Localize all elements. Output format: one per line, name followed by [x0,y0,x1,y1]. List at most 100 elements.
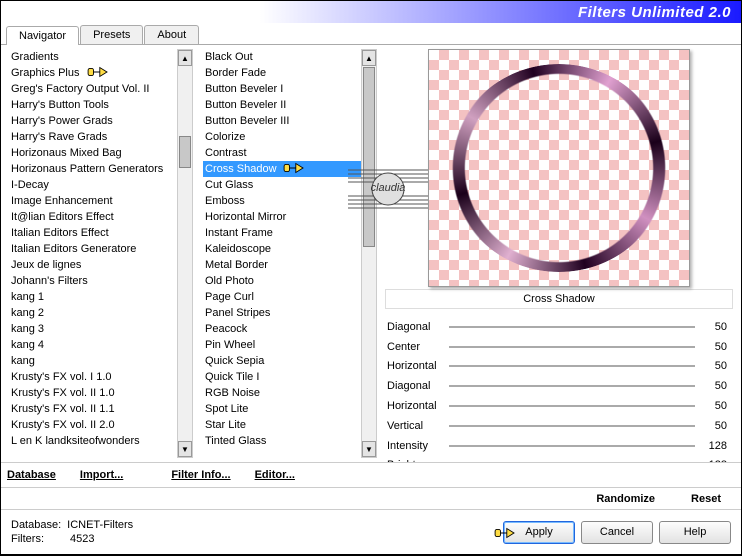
list-item[interactable]: Quick Sepia [203,353,361,369]
filter-info-button[interactable]: Filter Info... [167,467,234,483]
list-item[interactable]: I-Decay [9,177,177,193]
param-slider[interactable] [449,445,695,447]
list-item[interactable]: Button Beveler I [203,81,361,97]
list-item[interactable]: Horizonaus Mixed Bag [9,145,177,161]
list-item[interactable]: Krusty's FX vol. I 1.0 [9,369,177,385]
selected-filter-name: Cross Shadow [385,289,733,309]
list-item[interactable]: Metal Border [203,257,361,273]
list-item[interactable]: Instant Frame [203,225,361,241]
preview-area: claudia [383,49,735,287]
pointer-icon [283,161,305,177]
list-item[interactable]: Graphics Plus [9,65,177,81]
param-slider[interactable] [449,346,695,348]
param-label: Horizontal [383,400,443,412]
scroll-thumb[interactable] [363,67,375,247]
database-info: Database:ICNET-Filters Filters:4523 [11,518,497,546]
list-item[interactable]: kang 1 [9,289,177,305]
list-item[interactable]: Krusty's FX vol. II 1.1 [9,401,177,417]
list-item[interactable]: Kaleidoscope [203,241,361,257]
scrollbar[interactable]: ▲ ▼ [361,49,377,458]
cancel-button[interactable]: Cancel [581,521,653,544]
list-item[interactable]: Black Out [203,49,361,65]
list-item[interactable]: Spot Lite [203,401,361,417]
param-label: Horizontal [383,360,443,372]
list-item[interactable]: L en K landksiteofwonders [9,433,177,449]
list-item[interactable]: Gradients [9,49,177,65]
list-item[interactable]: Page Curl [203,289,361,305]
list-item[interactable]: It@lian Editors Effect [9,209,177,225]
list-item[interactable]: Krusty's FX vol. II 2.0 [9,417,177,433]
tab-navigator[interactable]: Navigator [6,26,79,45]
list-item[interactable]: Button Beveler II [203,97,361,113]
list-item[interactable]: Cut Glass [203,177,361,193]
param-slider[interactable] [449,326,695,328]
list-item[interactable]: Emboss [203,193,361,209]
param-label: Center [383,341,443,353]
list-item[interactable]: Greg's Factory Output Vol. II [9,81,177,97]
scroll-down-icon[interactable]: ▼ [362,441,376,457]
param-slider[interactable] [449,425,695,427]
tab-about[interactable]: About [144,25,199,44]
list-item[interactable]: Italian Editors Generatore [9,241,177,257]
list-item[interactable]: Horizonaus Pattern Generators [9,161,177,177]
list-item[interactable]: Horizontal Mirror [203,209,361,225]
list-item[interactable]: Colorize [203,129,361,145]
param-value: 50 [701,360,727,372]
help-button[interactable]: Help [659,521,731,544]
list-item[interactable]: Border Fade [203,65,361,81]
list-item[interactable]: Quick Tile I [203,369,361,385]
param-row: Vertical50 [383,416,727,436]
randomize-button[interactable]: Randomize [592,491,659,507]
list-item[interactable]: Harry's Button Tools [9,97,177,113]
list-item[interactable]: Johann's Filters [9,273,177,289]
list-item[interactable]: kang 2 [9,305,177,321]
app-title: Filters Unlimited 2.0 [578,4,731,21]
param-label: Diagonal [383,321,443,333]
param-row: Diagonal 50 [383,317,727,337]
list-item[interactable]: Image Enhancement [9,193,177,209]
param-slider[interactable] [449,365,695,367]
list-item[interactable]: Krusty's FX vol. II 1.0 [9,385,177,401]
param-slider[interactable] [449,405,695,407]
scroll-up-icon[interactable]: ▲ [178,50,192,66]
list-item[interactable]: Star Lite [203,417,361,433]
list-item[interactable]: Panel Stripes [203,305,361,321]
param-row: Intensity128 [383,436,727,456]
list-item[interactable]: Contrast [203,145,361,161]
list-item[interactable]: RGB Noise [203,385,361,401]
list-item[interactable]: Harry's Rave Grads [9,129,177,145]
list-item[interactable]: Peacock [203,321,361,337]
list-item[interactable]: kang 3 [9,321,177,337]
apply-button[interactable]: Apply [503,521,575,544]
param-value: 50 [701,420,727,432]
filter-list[interactable]: Black OutBorder FadeButton Beveler IButt… [201,49,361,458]
tab-presets[interactable]: Presets [80,25,143,44]
database-button[interactable]: Database [3,467,60,483]
scrollbar[interactable]: ▲ ▼ [177,49,193,458]
list-item[interactable]: Jeux de lignes [9,257,177,273]
category-list[interactable]: GradientsGraphics PlusGreg's Factory Out… [7,49,177,458]
parameters: Diagonal50Center50Horizontal50Diagonal50… [383,317,735,462]
param-slider[interactable] [449,385,695,387]
scroll-down-icon[interactable]: ▼ [178,441,192,457]
list-item[interactable]: Italian Editors Effect [9,225,177,241]
list-item[interactable]: Cross Shadow [203,161,361,177]
list-item[interactable]: Tinted Glass [203,433,361,449]
editor-button[interactable]: Editor... [251,467,299,483]
list-item[interactable]: kang [9,353,177,369]
reset-button[interactable]: Reset [687,491,725,507]
list-item[interactable]: Button Beveler III [203,113,361,129]
list-item[interactable]: kang 4 [9,337,177,353]
param-label: Intensity [383,440,443,452]
scroll-up-icon[interactable]: ▲ [362,50,376,66]
list-item[interactable]: Old Photo [203,273,361,289]
param-row: Horizontal50 [383,396,727,416]
title-bar: Filters Unlimited 2.0 [1,1,741,23]
import-button[interactable]: Import... [76,467,127,483]
list-item[interactable]: Harry's Power Grads [9,113,177,129]
param-row: Center50 [383,337,727,357]
param-value: 50 [701,321,727,333]
scroll-thumb[interactable] [179,136,191,168]
watermark: claudia [348,164,428,217]
list-item[interactable]: Pin Wheel [203,337,361,353]
